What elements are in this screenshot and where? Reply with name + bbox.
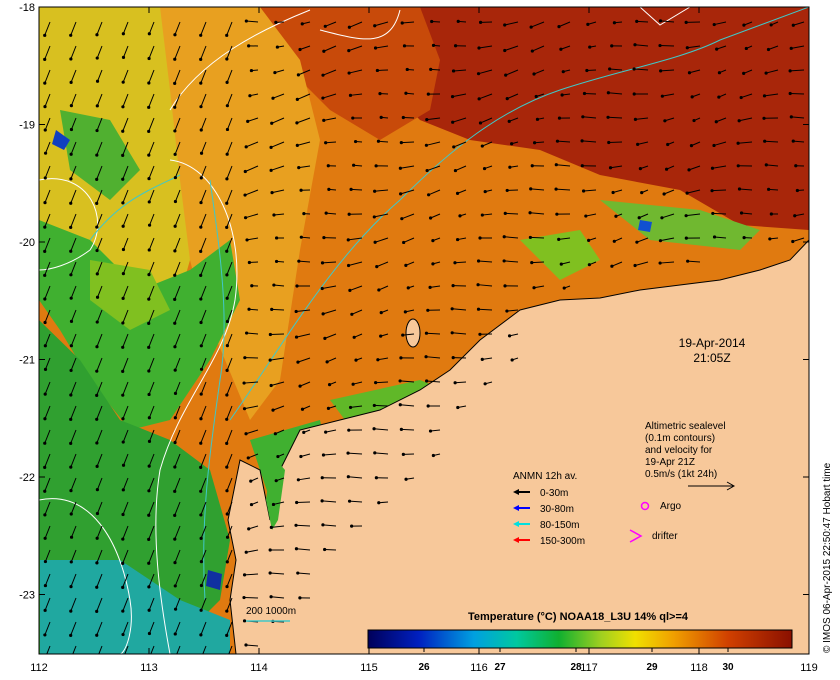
- date-label: 19-Apr-2014: [679, 336, 746, 350]
- lon-tick-label: 119: [800, 662, 818, 674]
- colorbar-tick: 28: [570, 662, 582, 673]
- lat-tick-label: -18: [19, 2, 35, 14]
- lat-tick-label: -21: [19, 355, 35, 367]
- argo-label: Argo: [660, 501, 682, 512]
- sst-layer: [39, 7, 809, 654]
- colorbar-tick: 29: [646, 662, 658, 673]
- drifter-label: drifter: [652, 531, 678, 542]
- lon-tick-label: 115: [360, 662, 378, 674]
- lat-tick-label: -19: [19, 120, 35, 132]
- lat-tick-label: -22: [19, 472, 35, 484]
- svg-text:150-300m: 150-300m: [540, 536, 585, 547]
- note-line-2: (0.1m contours): [645, 433, 715, 444]
- colorbar-gradient: [367, 629, 793, 649]
- lon-tick-label: 118: [690, 662, 708, 674]
- colorbar-tick: 27: [494, 662, 506, 673]
- credit-text: © IMOS 06-Apr-2015 22:50:47 Hobart time: [822, 462, 833, 653]
- svg-text:30-80m: 30-80m: [540, 504, 574, 515]
- lat-tick-label: -20: [19, 237, 35, 249]
- note-line-4: 19-Apr 21Z: [645, 457, 695, 468]
- isobath-label: 200 1000m: [246, 606, 296, 617]
- note-line-5: 0.5m/s (1kt 24h): [645, 469, 717, 480]
- svg-text:80-150m: 80-150m: [540, 520, 579, 531]
- note-line-3: and velocity for: [645, 445, 713, 456]
- lon-tick-label: 117: [580, 662, 598, 674]
- anmn-title: ANMN 12h av.: [513, 471, 577, 482]
- colorbar-tick: 26: [418, 662, 430, 673]
- colorbar-tick: 30: [722, 662, 734, 673]
- svg-text:0-30m: 0-30m: [540, 488, 568, 499]
- lon-tick-label: 114: [250, 662, 268, 674]
- map-figure: 112 113 114 115 116 117 118 119 -18 -19 -20 -21 -22 -…: [19, 2, 833, 674]
- lon-tick-label: 116: [470, 662, 488, 674]
- colorbar-title: Temperature (°C) NOAA18_L3U 14% ql>=4: [468, 611, 689, 623]
- note-line-1: Altimetric sealevel: [645, 421, 726, 432]
- lon-tick-label: 112: [30, 662, 48, 674]
- lat-tick-label: -23: [19, 590, 35, 602]
- lon-tick-label: 113: [140, 662, 158, 674]
- time-label: 21:05Z: [693, 351, 730, 365]
